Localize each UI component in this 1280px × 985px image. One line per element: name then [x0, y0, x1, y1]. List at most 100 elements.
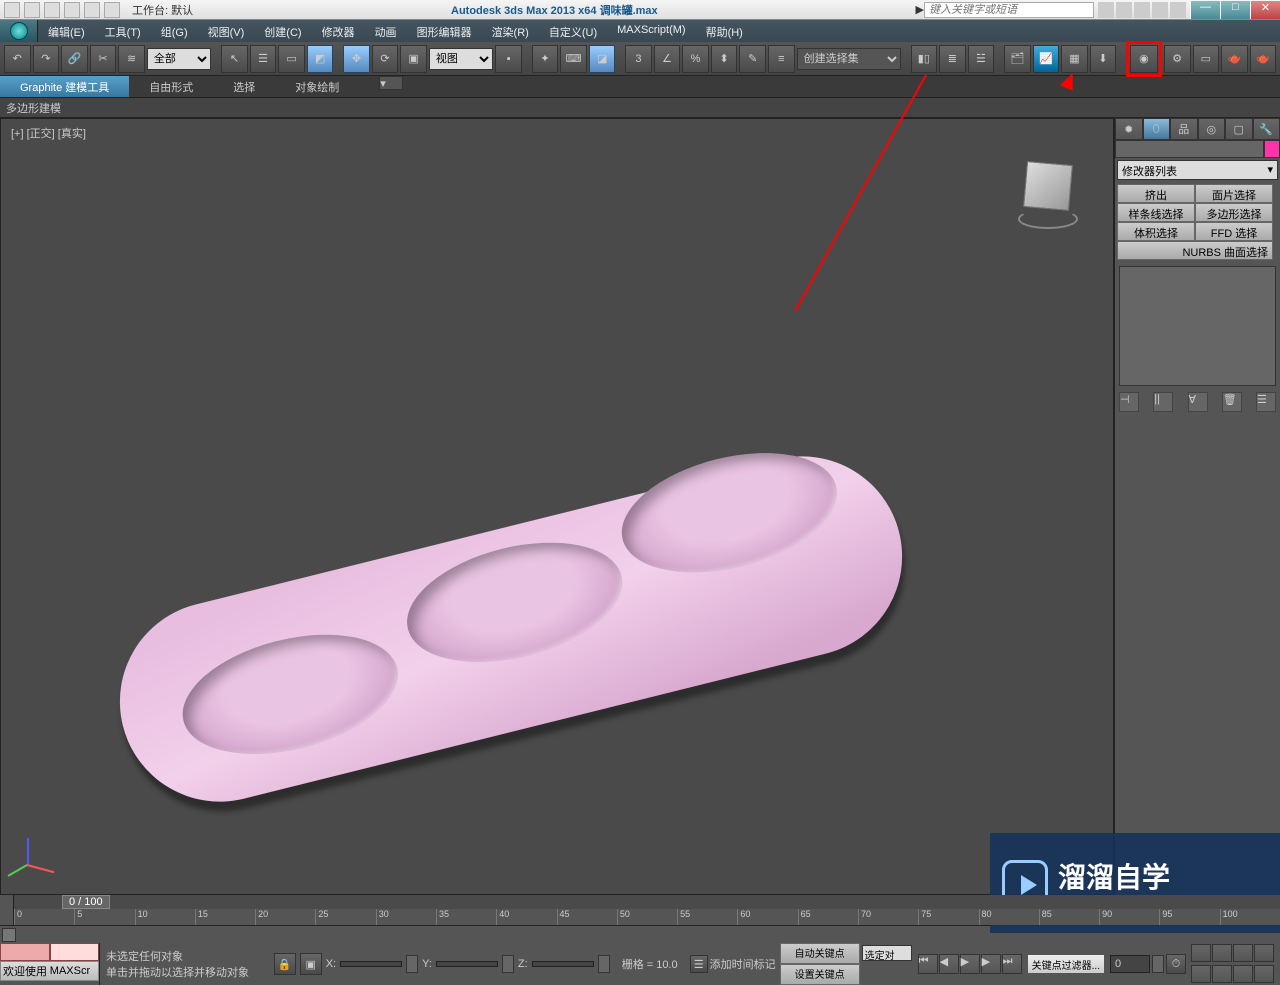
set-key-button[interactable]: 设置关键点	[780, 964, 860, 985]
window-crossing-icon[interactable]: ◩	[307, 45, 334, 73]
show-end-result-icon[interactable]: ||	[1153, 392, 1173, 412]
ribbon-tab-selection[interactable]: 选择	[213, 76, 275, 97]
qat-new-icon[interactable]	[4, 2, 20, 18]
max-toggle-icon[interactable]	[1254, 965, 1274, 983]
ref-coord-system[interactable]: 视图	[429, 48, 494, 70]
material-editor-icon[interactable]: ◉	[1130, 45, 1158, 73]
qat-redo-icon[interactable]	[84, 2, 100, 18]
key-selection-dropdown[interactable]: 选定对	[862, 945, 912, 961]
schematic-view-icon[interactable]: ⬇	[1090, 45, 1117, 73]
trackbar-toggle-icon[interactable]	[0, 895, 14, 925]
y-field[interactable]	[436, 961, 498, 967]
motion-tab-icon[interactable]: ◎	[1198, 118, 1226, 140]
z-spinner[interactable]	[598, 955, 610, 973]
pan-icon[interactable]	[1212, 965, 1232, 983]
add-time-tag[interactable]: 添加时间标记	[710, 956, 776, 972]
align-icon[interactable]: ≣	[939, 45, 966, 73]
close-button[interactable]: ✕	[1250, 1, 1280, 19]
display-tab-icon[interactable]: ▢	[1225, 118, 1253, 140]
qat-open-icon[interactable]	[24, 2, 40, 18]
zoom-icon[interactable]	[1191, 944, 1211, 962]
time-tag-icon[interactable]: ☰	[690, 955, 708, 973]
zoom-all-icon[interactable]	[1212, 944, 1232, 962]
x-spinner[interactable]	[406, 955, 418, 973]
poly-modeling-label[interactable]: 多边形建模	[6, 100, 61, 116]
redo-icon[interactable]: ↷	[33, 45, 60, 73]
z-field[interactable]	[532, 961, 594, 967]
prev-frame-icon[interactable]: ◀	[939, 954, 959, 974]
goto-start-icon[interactable]: ⏮	[918, 954, 938, 974]
time-config-icon[interactable]: ⏱	[1166, 954, 1186, 974]
spinner-snap-icon[interactable]: ⬍	[711, 45, 738, 73]
listener-tabs[interactable]: 欢迎使用 MAXScr	[0, 961, 99, 981]
named-sel-edit-icon[interactable]: ≡	[768, 45, 795, 73]
zoom-extents-all-icon[interactable]	[1254, 944, 1274, 962]
selection-filter[interactable]: 全部	[147, 48, 212, 70]
goto-end-icon[interactable]: ⏭	[1002, 954, 1022, 974]
menu-views[interactable]: 视图(V)	[198, 20, 255, 42]
star-icon[interactable]	[1152, 2, 1168, 18]
configure-sets-icon[interactable]: ☰	[1256, 392, 1276, 412]
modify-tab-icon[interactable]: ⬯	[1143, 118, 1171, 140]
angle-snap-icon[interactable]: ∠	[654, 45, 681, 73]
pin-stack-icon[interactable]: ⊣	[1119, 392, 1139, 412]
menu-edit[interactable]: 编辑(E)	[38, 20, 95, 42]
modifier-list-dropdown[interactable]: 修改器列表▾	[1117, 160, 1278, 180]
play-icon[interactable]: ▶	[960, 954, 980, 974]
edit-named-sel-icon[interactable]: ✎	[739, 45, 766, 73]
undo-icon[interactable]: ↶	[4, 45, 31, 73]
menu-customize[interactable]: 自定义(U)	[539, 20, 607, 42]
next-frame-icon[interactable]: ▶	[981, 954, 1001, 974]
maxscript-listener[interactable]	[0, 943, 99, 961]
mini-curve-toggle-icon[interactable]	[2, 928, 16, 942]
menu-rendering[interactable]: 渲染(R)	[482, 20, 539, 42]
mod-vol-select[interactable]: 体积选择	[1117, 222, 1195, 241]
auto-key-button[interactable]: 自动关键点	[780, 943, 860, 964]
render-production-icon[interactable]: 🫖	[1221, 45, 1248, 73]
select-rect-icon[interactable]: ▭	[278, 45, 305, 73]
layer-manager-icon[interactable]: ☱	[968, 45, 995, 73]
mirror-icon[interactable]: ▮▯	[911, 45, 938, 73]
link-icon[interactable]: 🔗	[61, 45, 88, 73]
mod-nurbs-select[interactable]: NURBS 曲面选择	[1117, 241, 1273, 260]
help-icon[interactable]	[1170, 2, 1186, 18]
percent-snap-icon[interactable]: %	[682, 45, 709, 73]
menu-maxscript[interactable]: MAXScript(M)	[607, 20, 695, 42]
minimize-button[interactable]: —	[1190, 1, 1220, 19]
lock-selection-icon[interactable]: 🔒	[274, 953, 296, 975]
scale-icon[interactable]: ▣	[400, 45, 427, 73]
maximize-button[interactable]: □	[1220, 1, 1250, 19]
menu-tools[interactable]: 工具(T)	[95, 20, 151, 42]
time-slider-thumb[interactable]: 0 / 100	[62, 895, 110, 909]
y-spinner[interactable]	[502, 955, 514, 973]
zoom-extents-icon[interactable]	[1233, 944, 1253, 962]
menu-group[interactable]: 组(G)	[151, 20, 198, 42]
x-field[interactable]	[340, 961, 402, 967]
mod-ffd-select[interactable]: FFD 选择	[1195, 222, 1273, 241]
menu-modifiers[interactable]: 修改器	[312, 20, 365, 42]
create-tab-icon[interactable]: ✹	[1115, 118, 1143, 140]
render-setup-icon[interactable]: ⚙	[1164, 45, 1191, 73]
application-button[interactable]	[0, 20, 38, 42]
binoculars-icon[interactable]	[1098, 2, 1114, 18]
frame-spinner[interactable]	[1152, 955, 1164, 973]
field-of-view-icon[interactable]	[1191, 965, 1211, 983]
abs-rel-icon[interactable]: ▣	[300, 953, 322, 975]
ribbon-expand-icon[interactable]: ▾	[379, 76, 403, 90]
menu-animation[interactable]: 动画	[365, 20, 407, 42]
object-name-field[interactable]	[1115, 140, 1264, 158]
key-icon[interactable]	[1116, 2, 1132, 18]
bind-spacewarp-icon[interactable]: ≋	[118, 45, 145, 73]
key-filters-button[interactable]: 关键点过滤器...	[1028, 955, 1104, 973]
qat-project-icon[interactable]	[104, 2, 120, 18]
modifier-stack[interactable]	[1119, 266, 1276, 386]
viewcube[interactable]	[1013, 159, 1083, 229]
orbit-icon[interactable]	[1233, 965, 1253, 983]
workspace-selector[interactable]: 工作台: 默认	[132, 2, 193, 18]
menu-grapheditors[interactable]: 图形编辑器	[407, 20, 482, 42]
exchange-icon[interactable]	[1134, 2, 1150, 18]
select-object-icon[interactable]: ↖	[221, 45, 248, 73]
select-by-name-icon[interactable]: ☰	[250, 45, 277, 73]
viewport-label[interactable]: [+] [正交] [真实]	[11, 125, 86, 141]
qat-undo-icon[interactable]	[64, 2, 80, 18]
